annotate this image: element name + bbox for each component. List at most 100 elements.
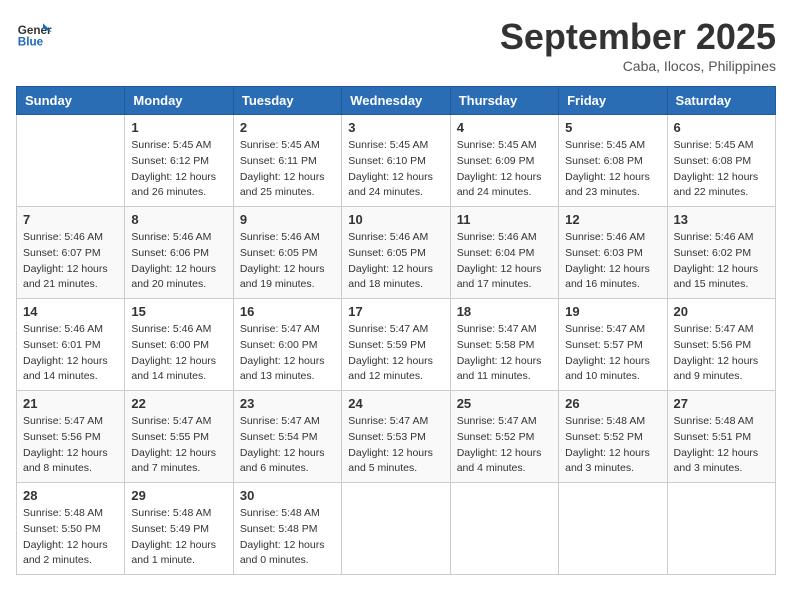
sunrise-text: Sunrise: 5:46 AM bbox=[565, 230, 660, 246]
daylight-text: Daylight: 12 hours and 0 minutes. bbox=[240, 538, 335, 570]
day-info: Sunrise: 5:47 AMSunset: 5:52 PMDaylight:… bbox=[457, 414, 552, 477]
sunset-text: Sunset: 6:07 PM bbox=[23, 246, 118, 262]
calendar-cell: 14Sunrise: 5:46 AMSunset: 6:01 PMDayligh… bbox=[17, 299, 125, 391]
day-number: 26 bbox=[565, 396, 660, 411]
daylight-text: Daylight: 12 hours and 3 minutes. bbox=[674, 446, 769, 478]
sunrise-text: Sunrise: 5:48 AM bbox=[674, 414, 769, 430]
calendar-cell: 9Sunrise: 5:46 AMSunset: 6:05 PMDaylight… bbox=[233, 207, 341, 299]
sunset-text: Sunset: 5:52 PM bbox=[565, 430, 660, 446]
day-number: 25 bbox=[457, 396, 552, 411]
day-info: Sunrise: 5:47 AMSunset: 5:56 PMDaylight:… bbox=[23, 414, 118, 477]
day-number: 19 bbox=[565, 304, 660, 319]
sunset-text: Sunset: 6:12 PM bbox=[131, 154, 226, 170]
sunrise-text: Sunrise: 5:46 AM bbox=[457, 230, 552, 246]
daylight-text: Daylight: 12 hours and 14 minutes. bbox=[23, 354, 118, 386]
sunrise-text: Sunrise: 5:47 AM bbox=[131, 414, 226, 430]
sunset-text: Sunset: 5:50 PM bbox=[23, 522, 118, 538]
calendar-week-1: 1Sunrise: 5:45 AMSunset: 6:12 PMDaylight… bbox=[17, 115, 776, 207]
day-info: Sunrise: 5:48 AMSunset: 5:48 PMDaylight:… bbox=[240, 506, 335, 569]
sunset-text: Sunset: 5:48 PM bbox=[240, 522, 335, 538]
daylight-text: Daylight: 12 hours and 16 minutes. bbox=[565, 262, 660, 294]
sunset-text: Sunset: 6:02 PM bbox=[674, 246, 769, 262]
daylight-text: Daylight: 12 hours and 24 minutes. bbox=[457, 170, 552, 202]
sunset-text: Sunset: 5:57 PM bbox=[565, 338, 660, 354]
day-info: Sunrise: 5:46 AMSunset: 6:07 PMDaylight:… bbox=[23, 230, 118, 293]
sunset-text: Sunset: 5:56 PM bbox=[23, 430, 118, 446]
sunset-text: Sunset: 5:53 PM bbox=[348, 430, 443, 446]
day-number: 4 bbox=[457, 120, 552, 135]
page-header: General Blue September 2025 Caba, Ilocos… bbox=[16, 16, 776, 74]
daylight-text: Daylight: 12 hours and 9 minutes. bbox=[674, 354, 769, 386]
day-info: Sunrise: 5:45 AMSunset: 6:08 PMDaylight:… bbox=[674, 138, 769, 201]
sunrise-text: Sunrise: 5:47 AM bbox=[348, 322, 443, 338]
month-title: September 2025 bbox=[500, 16, 776, 58]
day-number: 5 bbox=[565, 120, 660, 135]
day-info: Sunrise: 5:45 AMSunset: 6:08 PMDaylight:… bbox=[565, 138, 660, 201]
day-info: Sunrise: 5:47 AMSunset: 5:59 PMDaylight:… bbox=[348, 322, 443, 385]
calendar-cell: 22Sunrise: 5:47 AMSunset: 5:55 PMDayligh… bbox=[125, 391, 233, 483]
sunset-text: Sunset: 6:05 PM bbox=[348, 246, 443, 262]
calendar-cell bbox=[342, 483, 450, 575]
calendar-cell: 16Sunrise: 5:47 AMSunset: 6:00 PMDayligh… bbox=[233, 299, 341, 391]
calendar-cell: 5 Sunrise: 5:45 AMSunset: 6:08 PMDaylight… bbox=[559, 115, 667, 207]
day-number: 27 bbox=[674, 396, 769, 411]
sunrise-text: Sunrise: 5:46 AM bbox=[674, 230, 769, 246]
daylight-text: Daylight: 12 hours and 22 minutes. bbox=[674, 170, 769, 202]
day-info: Sunrise: 5:47 AMSunset: 5:56 PMDaylight:… bbox=[674, 322, 769, 385]
day-number: 6 bbox=[674, 120, 769, 135]
calendar-header-tuesday: Tuesday bbox=[233, 87, 341, 115]
calendar-cell bbox=[667, 483, 775, 575]
day-number: 23 bbox=[240, 396, 335, 411]
day-info: Sunrise: 5:48 AMSunset: 5:50 PMDaylight:… bbox=[23, 506, 118, 569]
day-info: Sunrise: 5:46 AMSunset: 6:02 PMDaylight:… bbox=[674, 230, 769, 293]
calendar-cell bbox=[17, 115, 125, 207]
day-number: 29 bbox=[131, 488, 226, 503]
daylight-text: Daylight: 12 hours and 20 minutes. bbox=[131, 262, 226, 294]
day-info: Sunrise: 5:45 AMSunset: 6:11 PMDaylight:… bbox=[240, 138, 335, 201]
day-number: 20 bbox=[674, 304, 769, 319]
calendar-cell: 20 Sunrise: 5:47 AMSunset: 5:56 PMDayligh… bbox=[667, 299, 775, 391]
calendar-header-monday: Monday bbox=[125, 87, 233, 115]
sunset-text: Sunset: 5:58 PM bbox=[457, 338, 552, 354]
day-info: Sunrise: 5:47 AMSunset: 5:54 PMDaylight:… bbox=[240, 414, 335, 477]
sunset-text: Sunset: 6:03 PM bbox=[565, 246, 660, 262]
calendar-cell: 24Sunrise: 5:47 AMSunset: 5:53 PMDayligh… bbox=[342, 391, 450, 483]
logo-icon: General Blue bbox=[16, 16, 52, 52]
calendar-cell: 2 Sunrise: 5:45 AMSunset: 6:11 PMDaylight… bbox=[233, 115, 341, 207]
sunset-text: Sunset: 6:06 PM bbox=[131, 246, 226, 262]
calendar-cell: 11Sunrise: 5:46 AMSunset: 6:04 PMDayligh… bbox=[450, 207, 558, 299]
day-number: 2 bbox=[240, 120, 335, 135]
calendar-cell: 23 Sunrise: 5:47 AMSunset: 5:54 PMDayligh… bbox=[233, 391, 341, 483]
day-number: 12 bbox=[565, 212, 660, 227]
day-number: 22 bbox=[131, 396, 226, 411]
sunrise-text: Sunrise: 5:45 AM bbox=[240, 138, 335, 154]
sunset-text: Sunset: 6:05 PM bbox=[240, 246, 335, 262]
day-info: Sunrise: 5:46 AMSunset: 6:00 PMDaylight:… bbox=[131, 322, 226, 385]
calendar-cell: 13Sunrise: 5:46 AMSunset: 6:02 PMDayligh… bbox=[667, 207, 775, 299]
calendar-cell: 8Sunrise: 5:46 AMSunset: 6:06 PMDaylight… bbox=[125, 207, 233, 299]
day-number: 3 bbox=[348, 120, 443, 135]
sunset-text: Sunset: 6:08 PM bbox=[565, 154, 660, 170]
daylight-text: Daylight: 12 hours and 12 minutes. bbox=[348, 354, 443, 386]
calendar-header-row: SundayMondayTuesdayWednesdayThursdayFrid… bbox=[17, 87, 776, 115]
sunrise-text: Sunrise: 5:47 AM bbox=[240, 414, 335, 430]
daylight-text: Daylight: 12 hours and 7 minutes. bbox=[131, 446, 226, 478]
daylight-text: Daylight: 12 hours and 26 minutes. bbox=[131, 170, 226, 202]
day-info: Sunrise: 5:48 AMSunset: 5:49 PMDaylight:… bbox=[131, 506, 226, 569]
daylight-text: Daylight: 12 hours and 21 minutes. bbox=[23, 262, 118, 294]
sunrise-text: Sunrise: 5:46 AM bbox=[131, 230, 226, 246]
day-info: Sunrise: 5:45 AMSunset: 6:09 PMDaylight:… bbox=[457, 138, 552, 201]
sunset-text: Sunset: 5:52 PM bbox=[457, 430, 552, 446]
logo: General Blue bbox=[16, 16, 54, 52]
sunrise-text: Sunrise: 5:45 AM bbox=[348, 138, 443, 154]
daylight-text: Daylight: 12 hours and 3 minutes. bbox=[565, 446, 660, 478]
daylight-text: Daylight: 12 hours and 19 minutes. bbox=[240, 262, 335, 294]
day-number: 28 bbox=[23, 488, 118, 503]
calendar-cell: 6 Sunrise: 5:45 AMSunset: 6:08 PMDaylight… bbox=[667, 115, 775, 207]
day-number: 15 bbox=[131, 304, 226, 319]
calendar-cell: 3Sunrise: 5:45 AMSunset: 6:10 PMDaylight… bbox=[342, 115, 450, 207]
daylight-text: Daylight: 12 hours and 1 minute. bbox=[131, 538, 226, 570]
calendar-cell bbox=[559, 483, 667, 575]
calendar-cell: 1Sunrise: 5:45 AMSunset: 6:12 PMDaylight… bbox=[125, 115, 233, 207]
day-number: 11 bbox=[457, 212, 552, 227]
